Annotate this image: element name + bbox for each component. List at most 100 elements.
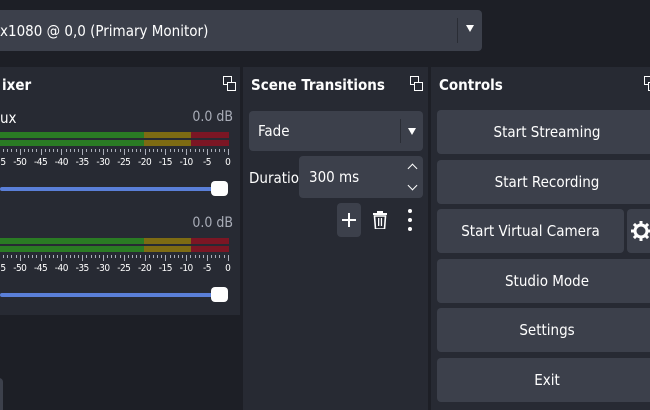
meter-tick <box>165 149 167 155</box>
meter-minor-tick <box>36 255 38 258</box>
meter-scale-label: -25 <box>117 157 131 168</box>
volume-slider[interactable] <box>0 287 228 302</box>
chevron-down-icon[interactable] <box>401 177 423 198</box>
float-icon[interactable] <box>410 76 423 91</box>
meter-tick <box>40 149 42 155</box>
meter-minor-tick <box>136 149 138 152</box>
meter-tick <box>227 149 229 155</box>
meter-minor-tick <box>57 149 59 152</box>
meter-minor-tick <box>90 255 92 258</box>
add-transition-button[interactable] <box>337 203 361 237</box>
meter-scale-label: -25 <box>117 263 131 274</box>
mixer-menu-button[interactable] <box>0 378 3 410</box>
meter-tick <box>19 255 21 261</box>
volume-slider-handle[interactable] <box>211 287 228 302</box>
meter-minor-tick <box>15 149 17 152</box>
monitor-dropdown[interactable]: x1080 @ 0,0 (Primary Monitor) <box>0 10 482 51</box>
channel-name: ux <box>0 109 17 127</box>
start-streaming-button[interactable]: Start Streaming <box>437 110 650 154</box>
meter-minor-tick <box>115 255 117 258</box>
meter-minor-tick <box>73 255 75 258</box>
meter-scale-label: -10 <box>179 263 194 274</box>
meter-tick <box>19 149 21 155</box>
exit-button[interactable]: Exit <box>437 358 650 402</box>
remove-transition-button[interactable] <box>368 203 392 237</box>
float-icon[interactable] <box>644 76 650 91</box>
meter-minor-tick <box>23 255 25 258</box>
meter-scale-label: -40 <box>54 263 69 274</box>
meter-tick <box>61 149 63 155</box>
meter-minor-tick <box>136 255 138 258</box>
meter-tick <box>40 255 42 261</box>
transition-dropdown[interactable]: Fade <box>249 111 423 151</box>
virtual-camera-settings-button[interactable] <box>627 209 650 253</box>
meter-minor-tick <box>65 149 67 152</box>
meter-minor-tick <box>169 149 171 152</box>
scene-transitions-dock: Scene Transitions Fade Duration 300 ms <box>243 67 428 410</box>
meter-minor-tick <box>48 149 50 152</box>
meter-minor-tick <box>148 149 150 152</box>
meter-minor-tick <box>161 255 163 258</box>
meter-minor-tick <box>119 255 121 258</box>
transition-properties-button[interactable] <box>398 203 422 237</box>
meter-scale-label: 0 <box>225 157 231 168</box>
meter-minor-tick <box>177 255 179 258</box>
volume-slider-handle[interactable] <box>211 181 228 196</box>
meter-minor-tick <box>7 255 9 258</box>
meter-minor-tick <box>86 149 88 152</box>
meter-minor-tick <box>127 149 129 152</box>
meter-minor-tick <box>11 149 13 152</box>
meter-minor-tick <box>107 255 109 258</box>
start-virtual-camera-button[interactable]: Start Virtual Camera <box>437 209 624 253</box>
meter-tick <box>82 149 84 155</box>
float-icon[interactable] <box>223 76 236 91</box>
meter-minor-tick <box>132 255 134 258</box>
settings-button[interactable]: Settings <box>437 308 650 352</box>
meter-minor-tick <box>219 149 221 152</box>
meter-tick <box>123 255 125 261</box>
duration-spinbox[interactable]: 300 ms <box>299 156 423 198</box>
transition-dropdown-value: Fade <box>258 122 290 140</box>
meter-scale-label: -5 <box>203 263 211 274</box>
volume-slider[interactable] <box>0 181 228 196</box>
meter-tick <box>61 255 63 261</box>
mixer-channel: ux 0.0 dB -55-50-45-40-35-30-25-20-15-10… <box>0 103 240 209</box>
meter-minor-tick <box>219 255 221 258</box>
chevron-up-icon[interactable] <box>401 156 423 177</box>
dropdown-divider <box>400 119 401 143</box>
meter-minor-tick <box>157 149 159 152</box>
meter-scale-label: 0 <box>225 263 231 274</box>
controls-dock: Controls Start Streaming Start Recording… <box>431 67 650 410</box>
meter-minor-tick <box>23 149 25 152</box>
meter-minor-tick <box>173 149 175 152</box>
meter-minor-tick <box>157 255 159 258</box>
meter-scale-label: -20 <box>137 157 152 168</box>
meter-tick <box>144 255 146 261</box>
meter-minor-tick <box>111 149 113 152</box>
meter-minor-tick <box>44 149 46 152</box>
meter-minor-tick <box>28 149 30 152</box>
meter-tick <box>103 255 104 261</box>
meter-minor-tick <box>132 149 134 152</box>
start-recording-button[interactable]: Start Recording <box>437 160 650 204</box>
plus-icon-stroke <box>348 213 350 227</box>
meter-scale: -55-50-45-40-35-30-25-20-15-10-50 <box>0 157 240 171</box>
meter-minor-tick <box>152 255 154 258</box>
meter-minor-tick <box>211 149 213 152</box>
meter-minor-tick <box>98 149 100 152</box>
meter-tick <box>186 255 188 261</box>
meter-minor-tick <box>90 149 92 152</box>
meter-minor-tick <box>94 149 96 152</box>
meter-scale-label: -15 <box>158 157 173 168</box>
duration-value: 300 ms <box>309 168 360 186</box>
meter-minor-tick <box>57 255 59 258</box>
meter-minor-tick <box>86 255 88 258</box>
meter-minor-tick <box>44 255 46 258</box>
meter-minor-tick <box>190 255 192 258</box>
meter-scale-label: -30 <box>96 263 110 274</box>
meter-minor-tick <box>161 149 163 152</box>
meter-minor-tick <box>223 255 225 258</box>
studio-mode-button[interactable]: Studio Mode <box>437 259 650 303</box>
meter-minor-tick <box>65 255 67 258</box>
meter-minor-tick <box>182 255 184 258</box>
